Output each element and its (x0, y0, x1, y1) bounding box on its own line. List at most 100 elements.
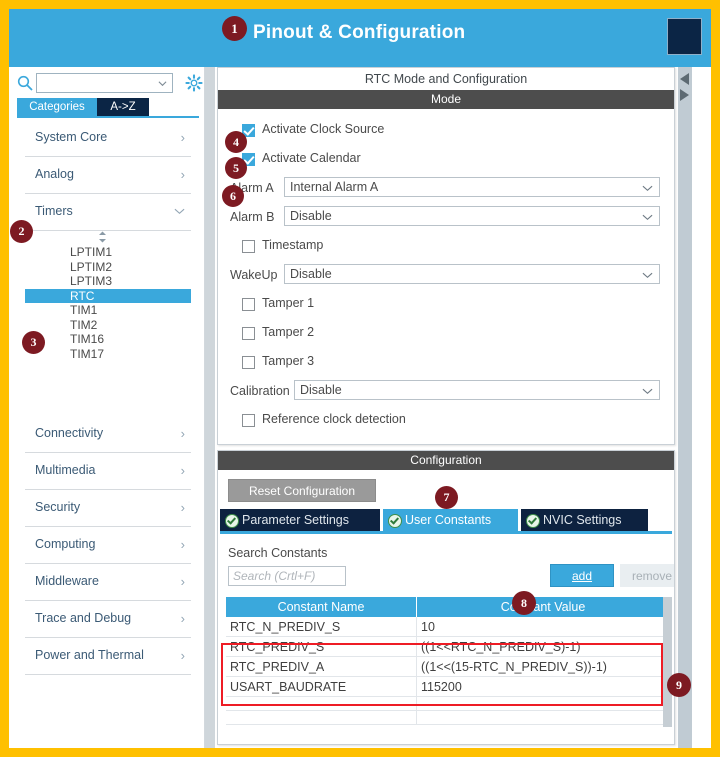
chevron-down-icon[interactable] (158, 79, 167, 88)
table-row-empty[interactable] (226, 710, 670, 725)
tamper-1-checkbox[interactable] (242, 298, 255, 311)
tab-nvic-settings[interactable]: NVIC Settings (521, 509, 648, 531)
wakeup-dropdown[interactable]: Disable (284, 264, 660, 284)
wakeup-row: WakeUp Disable (230, 264, 662, 293)
category-label: Security (35, 500, 81, 514)
column-header-constant-value[interactable]: Constant Value (416, 597, 670, 617)
checkbox-label: Reference clock detection (262, 412, 406, 426)
reference-clock-detection-row[interactable]: Reference clock detection (230, 409, 662, 438)
table-scrollbar[interactable] (663, 597, 672, 727)
tamper-3-row[interactable]: Tamper 3 (230, 351, 662, 380)
sidebar-item-multimedia[interactable]: Multimedia › (25, 453, 191, 490)
tab-a-to-z[interactable]: A->Z (97, 98, 149, 116)
cell-empty (226, 696, 417, 711)
category-label: Trace and Debug (35, 611, 132, 625)
callout-badge-7: 7 (435, 486, 458, 509)
calibration-row: Calibration Disable (230, 380, 662, 409)
tab-parameter-settings[interactable]: Parameter Settings (220, 509, 380, 531)
sidebar-item-security[interactable]: Security › (25, 490, 191, 527)
list-item[interactable]: TIM2 (25, 318, 191, 333)
tab-label: User Constants (405, 513, 492, 527)
list-item-rtc-selected[interactable]: RTC (25, 288, 191, 303)
sort-arrows-icon (97, 231, 108, 246)
search-input[interactable] (36, 73, 173, 93)
tamper-2-row[interactable]: Tamper 2 (230, 322, 662, 351)
arrow-left-icon[interactable] (680, 73, 689, 85)
user-constants-table: Constant Name Constant Value RTC_N_PREDI… (226, 597, 670, 725)
rtc-mode-card: RTC Mode and Configuration Mode Activate… (217, 67, 675, 445)
table-row[interactable]: RTC_PREDIV_A ((1<<(15-RTC_N_PREDIV_S))-1… (226, 656, 670, 677)
calibration-dropdown[interactable]: Disable (294, 380, 660, 400)
sidebar-item-system-core[interactable]: System Core › (25, 120, 191, 157)
peripheral-sidebar: Categories A->Z System Core › Analog › T… (9, 67, 205, 748)
timestamp-row[interactable]: Timestamp (230, 235, 662, 264)
list-item[interactable]: LPTIM1 (25, 245, 191, 260)
sidebar-item-computing[interactable]: Computing › (25, 527, 191, 564)
alarm-b-label: Alarm B (230, 210, 275, 224)
panel-splitter[interactable] (205, 67, 215, 748)
chevron-down-icon (642, 213, 653, 221)
checkbox-label: Timestamp (262, 238, 324, 252)
check-circle-icon (526, 514, 540, 528)
list-item[interactable]: TIM16 (25, 332, 191, 347)
sidebar-item-connectivity[interactable]: Connectivity › (25, 416, 191, 453)
chevron-down-icon (642, 184, 653, 192)
dropdown-value: Internal Alarm A (290, 180, 379, 194)
sidebar-item-analog[interactable]: Analog › (25, 157, 191, 194)
alarm-b-dropdown[interactable]: Disable (284, 206, 660, 226)
alarm-b-row: Alarm B Disable (230, 206, 662, 235)
callout-badge-5: 5 (225, 157, 247, 179)
arrow-right-icon[interactable] (680, 89, 689, 101)
sidebar-item-timers[interactable]: Timers (25, 194, 191, 231)
chevron-right-icon: › (180, 500, 185, 515)
callout-badge-2: 2 (10, 220, 33, 243)
category-list: System Core › Analog › Timers LPTIM1 LPT… (17, 120, 197, 675)
activate-calendar-row[interactable]: Activate Calendar (230, 148, 662, 177)
table-row[interactable]: USART_BAUDRATE 115200 (226, 676, 670, 697)
remove-constant-button: remove (620, 564, 674, 587)
category-label: Analog (35, 167, 74, 181)
category-label: Power and Thermal (35, 648, 144, 662)
add-button-label: add (571, 569, 593, 583)
peripheral-sort-handle[interactable] (17, 231, 197, 245)
screenshot-root: Pinout & Configuration Categories A->Z S… (0, 0, 720, 757)
chevron-down-icon (642, 271, 653, 279)
configuration-tabs: Parameter Settings User Constants NVIC S… (220, 509, 672, 531)
checkbox-label: Tamper 1 (262, 296, 315, 310)
timestamp-checkbox[interactable] (242, 240, 255, 253)
reference-clock-detection-checkbox[interactable] (242, 414, 255, 427)
tab-user-constants[interactable]: User Constants (383, 509, 518, 531)
list-item[interactable]: TIM1 (25, 303, 191, 318)
page-title: Pinout & Configuration (253, 22, 466, 43)
reset-configuration-button[interactable]: Reset Configuration (228, 479, 376, 502)
table-row-empty[interactable] (226, 696, 670, 711)
alarm-a-dropdown[interactable]: Internal Alarm A (284, 177, 660, 197)
chevron-down-icon (642, 387, 653, 395)
cell-empty (416, 710, 670, 725)
activate-clock-source-row[interactable]: Activate Clock Source (230, 119, 662, 148)
table-row[interactable]: RTC_N_PREDIV_S 10 (226, 617, 670, 637)
cell-constant-value: ((1<<RTC_N_PREDIV_S)-1) (416, 636, 670, 657)
sidebar-item-trace-and-debug[interactable]: Trace and Debug › (25, 601, 191, 638)
tab-categories[interactable]: Categories (17, 98, 97, 116)
list-item[interactable]: TIM17 (25, 347, 191, 362)
add-constant-button[interactable]: add (550, 564, 614, 587)
pinout-configuration-banner: Pinout & Configuration (9, 9, 711, 67)
list-item[interactable]: LPTIM2 (25, 260, 191, 275)
chevron-right-icon: › (180, 611, 185, 626)
tamper-2-checkbox[interactable] (242, 327, 255, 340)
cell-constant-name: RTC_PREDIV_A (226, 656, 417, 677)
list-item[interactable]: LPTIM3 (25, 274, 191, 289)
search-constants-input[interactable]: Search (Crtl+F) (228, 566, 346, 586)
table-row[interactable]: RTC_PREDIV_S ((1<<RTC_N_PREDIV_S)-1) (226, 636, 670, 657)
gear-icon[interactable] (185, 74, 203, 92)
tamper-3-checkbox[interactable] (242, 356, 255, 369)
sidebar-item-power-and-thermal[interactable]: Power and Thermal › (25, 638, 191, 675)
callout-badge-8: 8 (512, 591, 536, 615)
column-header-constant-name[interactable]: Constant Name (226, 597, 417, 617)
tamper-1-row[interactable]: Tamper 1 (230, 293, 662, 322)
chevron-down-icon (174, 204, 185, 215)
category-label: Multimedia (35, 463, 96, 477)
sidebar-item-middleware[interactable]: Middleware › (25, 564, 191, 601)
panel-scrollbar[interactable] (678, 67, 692, 748)
